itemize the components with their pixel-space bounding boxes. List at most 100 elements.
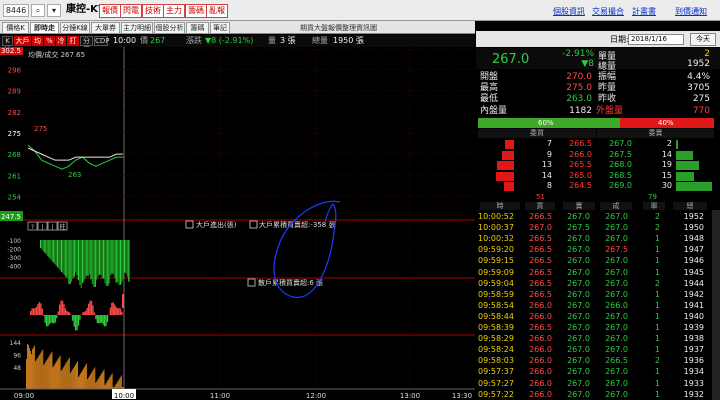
retail-bar xyxy=(86,307,88,315)
retail-bar xyxy=(103,315,106,327)
toolbar-button[interactable]: 閃電 xyxy=(120,4,142,18)
volume-bar xyxy=(35,361,37,389)
toolbar-button[interactable]: 主力 xyxy=(163,4,185,18)
volume-bar xyxy=(36,359,38,389)
tab[interactable]: 籌碼 xyxy=(186,22,209,34)
intraday-chart[interactable]: 302.5 296 289 282 275 268 261 254 247.5 均價/成交 267… xyxy=(0,47,475,400)
retail-bar xyxy=(111,302,113,315)
tick-cell: 10:00:37 xyxy=(478,223,514,233)
retail-bar xyxy=(30,311,32,315)
tick-cell: 267.0 xyxy=(567,345,590,355)
big-holder-bar xyxy=(66,240,68,279)
retail-bar xyxy=(63,304,65,315)
chart-toggle-button[interactable]: % xyxy=(44,36,55,46)
chart-toggle-button[interactable]: 分價 xyxy=(80,36,93,54)
top-link[interactable]: 到價通知 xyxy=(675,6,707,17)
toolbar-button[interactable]: 亂報 xyxy=(206,4,228,18)
volume-bar xyxy=(86,363,88,389)
top-link[interactable]: 計畫書 xyxy=(632,6,656,17)
tick-row: 09:58:29 266.0 267.0 267.0 1 1938 xyxy=(478,333,716,344)
volume-bar xyxy=(100,374,102,389)
top-link[interactable]: 交易撮合 xyxy=(592,6,624,17)
tick-cell: 1932 xyxy=(683,389,704,399)
chart-toggle-button[interactable]: K線 xyxy=(2,36,13,54)
volume-bar xyxy=(72,368,74,389)
volume-bar xyxy=(82,370,83,389)
bid-header: 委買 xyxy=(478,129,596,138)
volume-bar xyxy=(99,376,101,389)
price-label: 價 xyxy=(140,36,148,45)
volume-bar xyxy=(92,370,94,389)
volume-bar xyxy=(61,369,63,389)
tab[interactable]: 筆記 xyxy=(210,22,230,34)
chart-toggle-button[interactable]: 大戶 xyxy=(14,36,31,46)
symbol-input[interactable]: 8446 xyxy=(3,4,29,17)
top-link[interactable]: 個股資訊 xyxy=(553,6,585,17)
retail-bar xyxy=(74,315,77,331)
tick-cell: 267.0 xyxy=(567,245,590,255)
date-input[interactable]: 2018/1/16 xyxy=(628,34,684,45)
retail-bar xyxy=(105,315,107,327)
tab[interactable]: 大單券商 xyxy=(91,22,120,43)
inner-label: 內盤量 xyxy=(480,106,508,116)
total-label: 總量 xyxy=(312,36,328,45)
volume-bar xyxy=(75,363,77,389)
volume-bar xyxy=(101,372,103,389)
tick-cell: 266.0 xyxy=(529,367,552,377)
date-label: 日期: xyxy=(610,35,629,44)
chart-toggle-button[interactable]: CDP xyxy=(94,36,110,46)
toolbar-button[interactable]: 籌碼 xyxy=(185,4,207,18)
tick-cell: 1941 xyxy=(683,300,704,310)
volume-bar xyxy=(78,376,79,389)
tick-cell: 1 xyxy=(654,323,660,332)
chart-toggle-button[interactable]: 均 xyxy=(32,36,43,46)
tick-cell: 09:58:59 xyxy=(478,289,514,299)
volume-bar xyxy=(48,356,50,389)
chart-toggle-button[interactable]: 冷 xyxy=(56,36,66,46)
volume-bar xyxy=(57,358,59,389)
tick-cell: 266.0 xyxy=(529,378,552,388)
tick-cell: 2 xyxy=(654,356,660,366)
price-axis-label: 261 xyxy=(8,172,21,180)
tick-cell: 1944 xyxy=(683,278,704,288)
volume-bar xyxy=(110,375,112,389)
tick-cell: 1 xyxy=(654,245,660,255)
big-holder-bar xyxy=(76,240,78,276)
volume-bar xyxy=(89,375,91,389)
price-axis-label: 289 xyxy=(8,88,21,96)
ticks-scrollbar[interactable] xyxy=(712,210,720,400)
quote-row-value: 263.0 xyxy=(566,94,592,104)
today-button[interactable]: 今天 xyxy=(690,33,716,46)
big-holder-bar xyxy=(52,240,54,263)
big-holder-bar xyxy=(82,240,84,284)
tick-cell: 266.0 xyxy=(529,311,552,321)
tab[interactable]: 主力明細 xyxy=(121,22,153,34)
tick-cell: 1940 xyxy=(683,311,704,321)
dropdown-icon[interactable]: ▾ xyxy=(47,4,61,17)
volume-bar xyxy=(85,365,87,389)
search-icon[interactable]: ⌕ xyxy=(31,4,45,17)
retail-bar xyxy=(77,315,80,326)
toolbar-button[interactable]: 技術 xyxy=(142,4,164,18)
chart-toolbar: K線大戶均%冷打分價CDP 10:00 價 267 漲跌 ▼8 (-2.91%)… xyxy=(0,35,475,54)
tab[interactable]: 價格K線 xyxy=(2,22,29,43)
ticks-column-header: 時 xyxy=(480,202,520,210)
toolbar-button[interactable]: 報價 xyxy=(99,4,121,18)
chart-toggle-button[interactable]: 打 xyxy=(67,36,79,46)
tab[interactable]: 個股分析 xyxy=(154,22,185,34)
tick-cell: 266.0 xyxy=(605,300,628,310)
big-holder-axis-label: -400 xyxy=(7,264,21,271)
quote-row-label: 最低 xyxy=(480,94,499,104)
tab[interactable]: 即時走勢 xyxy=(30,22,59,43)
volume-bar xyxy=(71,369,73,389)
time-axis-label: 11:00 xyxy=(210,392,230,400)
outer-volume: 770 xyxy=(692,106,710,116)
tab[interactable]: 分鐘K線 xyxy=(60,22,90,34)
big-holder-bar xyxy=(105,240,108,286)
big-holder-bar xyxy=(80,240,82,288)
tick-cell: 09:58:44 xyxy=(478,311,514,321)
volume-label: 量 xyxy=(268,36,276,45)
big-holder-bar xyxy=(87,240,89,277)
inner-outer-ratio-bar: 60% 40% xyxy=(478,118,714,128)
tick-cell: 267.0 xyxy=(605,278,628,288)
